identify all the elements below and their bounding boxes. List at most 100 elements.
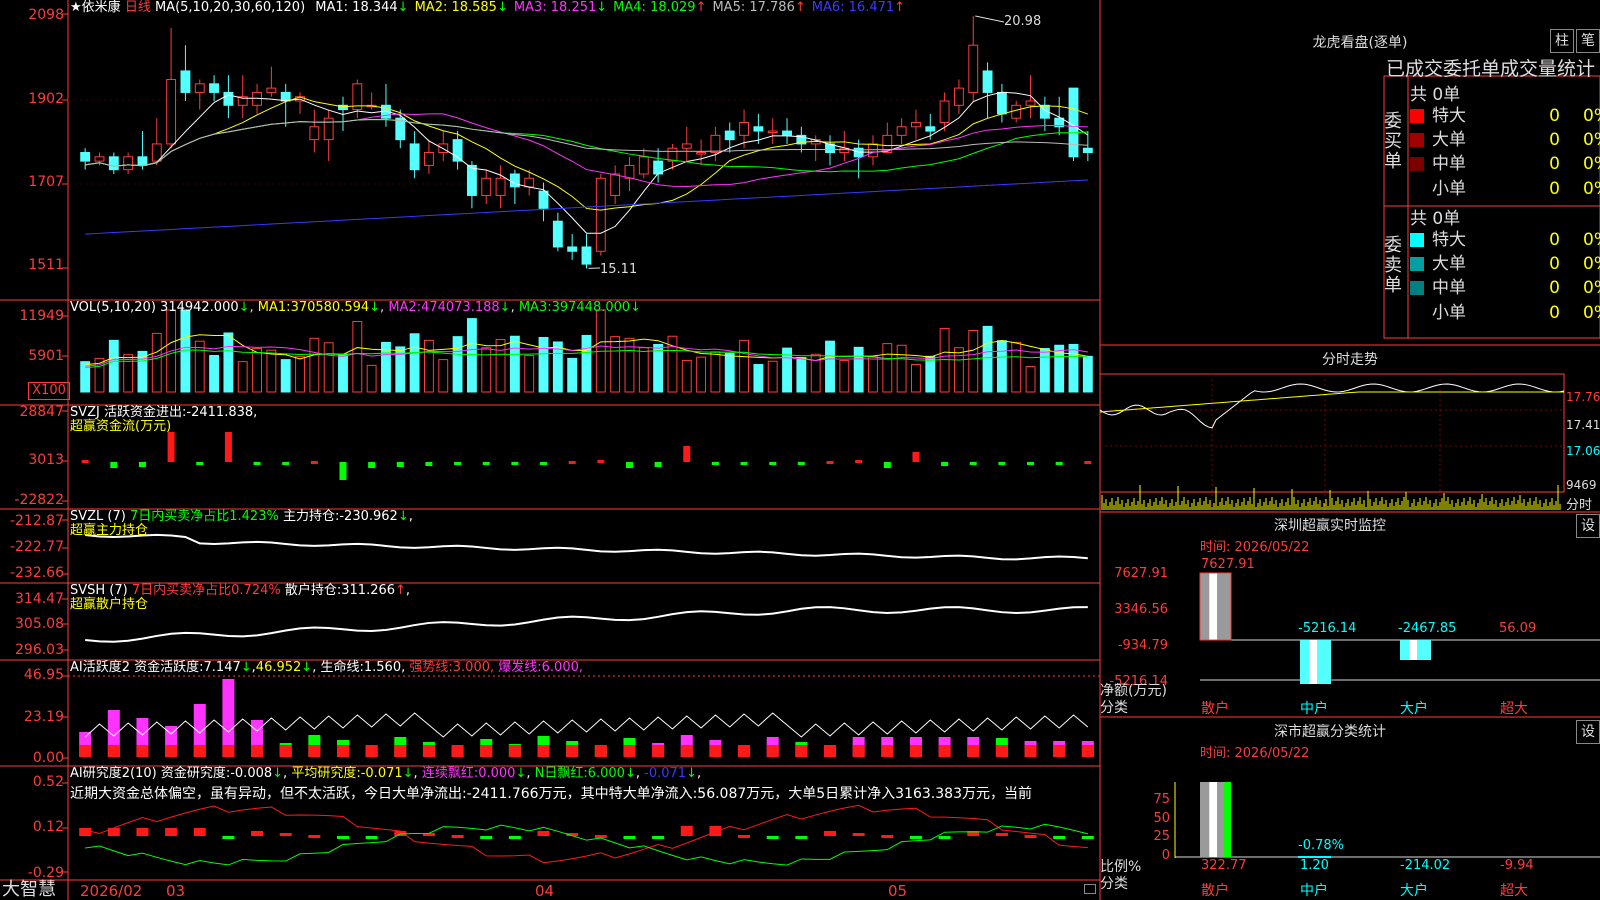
ai-research-bar — [623, 836, 636, 839]
ai-active-base-bar — [652, 745, 665, 757]
ma-header: MA(5,10,20,30,60,120) — [154, 0, 306, 15]
volume-bar — [953, 347, 964, 393]
sz-cat-large: 大户 — [1400, 701, 1428, 717]
buy-row-m: 中单00% — [1410, 152, 1600, 176]
ma-line — [85, 113, 1088, 187]
volume-bar — [409, 333, 420, 393]
ai-research-y-label: 0.52 — [32, 774, 64, 790]
candle-body — [524, 177, 535, 188]
bar-mode-button[interactable]: 柱 — [1550, 29, 1574, 53]
ai-active-line — [84, 712, 1089, 738]
volume-bar — [338, 353, 348, 393]
ai-research-bar — [537, 831, 550, 836]
ai-active-y-label: 23.19 — [23, 709, 64, 725]
volume-bar — [1025, 366, 1036, 393]
svzj-bar — [540, 462, 548, 465]
svzl-hold-value: -230.962 — [339, 509, 398, 524]
volume-ma3: 397448.000 — [551, 300, 631, 315]
ma-value-2: MA2: 18.585↓ — [414, 0, 508, 15]
svzj-bar — [769, 462, 777, 465]
ai-active-y-label: 0.00 — [32, 750, 64, 766]
volume-title: VOL(5,10,20) — [70, 300, 156, 315]
ai-avg-value: -0.071 — [360, 766, 403, 781]
sz-class-cat-mid: 中户 — [1300, 883, 1328, 899]
sz-class-settings-button[interactable]: 设 — [1576, 720, 1600, 744]
ai-active-header: AI活跃度2 资金活跃度:7.147↓,46.952↓, 生命线:1.560, … — [70, 660, 584, 675]
ai-active-y-label: 46.95 — [23, 667, 64, 683]
ai-active-base-bar — [537, 745, 550, 757]
period-label[interactable]: 日线 — [125, 0, 151, 15]
volume-bar — [209, 355, 220, 393]
svzj-bar — [883, 462, 891, 468]
sz-bar-large-highlight — [1409, 640, 1418, 660]
sz-cat-retail: 散户 — [1201, 701, 1229, 717]
sz-monitor-settings-button[interactable]: 设 — [1576, 514, 1600, 538]
volume-bar — [509, 335, 520, 393]
ai-active-value: 7.147 — [203, 660, 241, 675]
volume-bar — [280, 359, 291, 393]
pen-mode-button[interactable]: 笔 — [1576, 29, 1600, 53]
volume-bar — [466, 318, 477, 393]
volume-bar — [753, 364, 764, 393]
intraday-bottom-label: 分时 — [1566, 498, 1593, 513]
volume-bar — [524, 355, 535, 393]
favorite-star-icon[interactable]: ★ — [70, 0, 82, 15]
order-stats-title: 已成交委托单成交量统计 — [1386, 58, 1596, 80]
sz-class-cat-label: 分类 — [1100, 876, 1128, 892]
svzj-bar — [998, 462, 1006, 465]
ai-active-v2: 46.952 — [255, 660, 302, 675]
candle-body — [423, 152, 434, 166]
candle-body — [896, 126, 907, 136]
ai-active-base-bar — [508, 745, 521, 757]
sz-class-cat-xlarge: 超大 — [1500, 883, 1528, 899]
svzl-y-label: -232.66 — [9, 565, 64, 581]
intraday-title: 分时走势 — [1322, 352, 1378, 368]
sz-value-xlarge: 56.09 — [1499, 621, 1537, 636]
sz-bar-retail-highlight — [1209, 573, 1218, 640]
ai-active-base-bar — [165, 745, 178, 757]
candle-body — [1011, 104, 1022, 119]
candle-body — [194, 83, 205, 93]
svzl-ratio: 7日内买卖净占比1.423% — [129, 509, 279, 524]
svsh-name: SVSH (7) — [70, 583, 128, 598]
volume-bar — [194, 340, 205, 393]
volume-bar — [252, 348, 262, 393]
ai-research-bar — [795, 836, 808, 839]
volume-bar — [366, 364, 377, 393]
ai-research-bar — [79, 828, 92, 836]
volume-y-label: 11949 — [19, 308, 64, 324]
chart-canvas[interactable] — [0, 0, 1600, 900]
intraday-price-line — [1099, 383, 1565, 429]
buy-l-swatch — [1410, 133, 1424, 147]
volume-bar — [237, 361, 248, 393]
svzj-bar — [196, 462, 204, 465]
brand-logo: 大智慧 — [2, 879, 56, 900]
ai-research-bar — [136, 828, 149, 836]
ai-research-bar — [995, 833, 1008, 836]
svzj-value: -2411.838 — [186, 405, 254, 420]
volume-bar — [853, 346, 864, 393]
ai-research-bar — [279, 833, 292, 836]
svzj-bar — [826, 461, 834, 464]
high-marker — [975, 15, 1005, 23]
kline-y-label: 1511 — [28, 257, 64, 273]
ai-research-bar — [938, 836, 951, 839]
volume-unit-label[interactable]: X100 — [28, 382, 70, 400]
candle-body — [968, 44, 979, 93]
volume-bar — [581, 334, 592, 393]
ai-active-base-bar — [1024, 745, 1037, 757]
lock-icon[interactable] — [1084, 884, 1096, 894]
high-price-label: 20.98 — [1004, 14, 1042, 29]
candle-body — [710, 134, 721, 154]
ai-active-name: AI活跃度2 — [70, 660, 130, 675]
svsh-y-label: 296.03 — [15, 642, 64, 658]
sz-class-cat-large: 大户 — [1400, 883, 1428, 899]
ai-active-base-bar — [594, 745, 607, 757]
ai-active-base-bar — [824, 745, 837, 757]
candle-body — [724, 130, 735, 141]
ai-research-bar — [508, 836, 521, 839]
ai-research-bar — [1081, 836, 1094, 839]
ai-burst-label: 爆发线: — [498, 660, 542, 675]
volume-ma1: 370580.594 — [290, 300, 370, 315]
ai-red-label: 连续飘红: — [421, 766, 479, 781]
